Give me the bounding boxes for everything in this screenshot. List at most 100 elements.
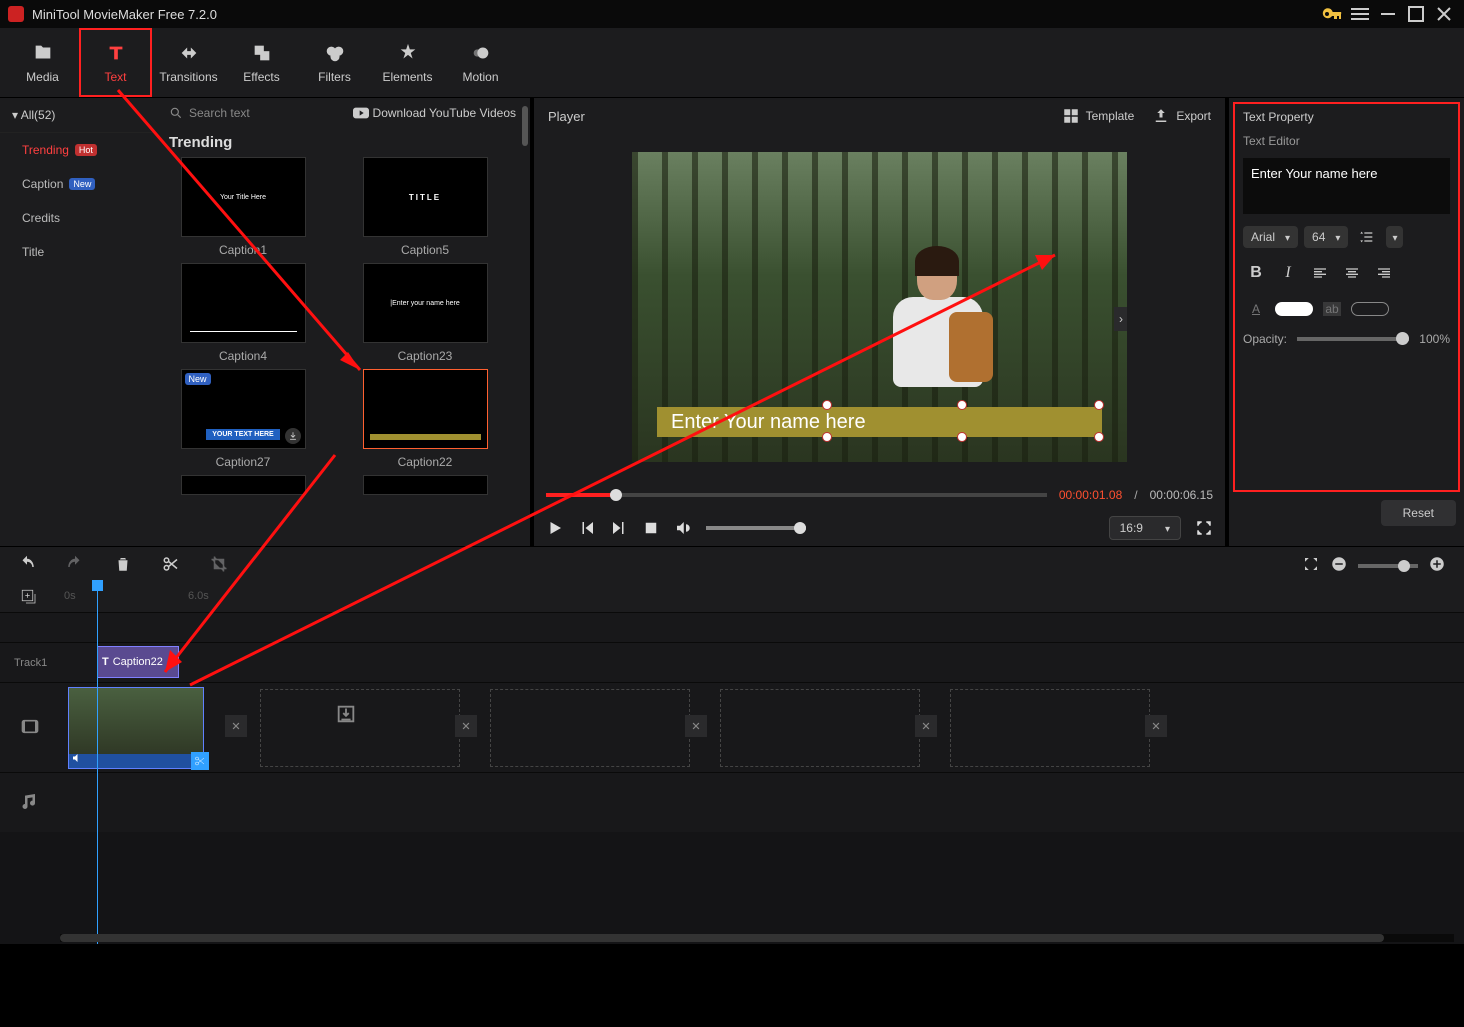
empty-slot[interactable] [950,689,1150,767]
download-youtube-button[interactable]: Download YouTube Videos [353,106,516,120]
timeline-ruler[interactable]: 0s 6.0s [0,584,1464,612]
property-panel: Text Property Text Editor Enter Your nam… [1229,98,1464,546]
zoom-slider[interactable] [1358,564,1418,568]
tab-elements[interactable]: Elements [371,28,444,97]
audio-track[interactable] [0,772,1464,832]
highlight-swatch[interactable] [1351,302,1389,316]
fullscreen-button[interactable] [1195,519,1213,537]
download-icon[interactable] [285,428,301,444]
text-clip[interactable]: TCaption22 [97,646,179,678]
timeline-h-scrollbar[interactable] [60,934,1454,942]
video-clip[interactable] [68,687,204,769]
line-spacing-button[interactable] [1354,224,1380,250]
text-color-button[interactable]: A [1243,296,1269,322]
hamburger-icon[interactable] [1348,2,1372,26]
thumb-label: Caption27 [216,455,271,469]
align-right-button[interactable] [1371,260,1397,286]
category-trending[interactable]: Trending Hot [0,133,155,167]
window-title: MiniTool MovieMaker Free 7.2.0 [32,7,1316,22]
transition-slot[interactable] [1145,715,1167,737]
volume-icon[interactable] [674,519,692,537]
caption-template[interactable]: New YOUR TEXT HERE Caption27 [163,369,323,469]
ruler-mark: 0s [64,590,76,602]
add-media-icon[interactable] [335,703,357,725]
caption-template[interactable]: TITLE Caption5 [345,157,505,257]
caption-template[interactable]: Caption4 [163,263,323,363]
caption-template[interactable]: Your Title Here Caption1 [163,157,323,257]
video-track-icon [20,716,40,739]
zoom-in-button[interactable] [1428,555,1446,576]
template-button[interactable]: Template [1062,107,1135,125]
chevron-down-icon [1165,521,1170,535]
aspect-select[interactable]: 16:9 [1109,516,1181,540]
playhead[interactable] [97,584,98,944]
opacity-slider[interactable] [1297,337,1409,341]
tab-filters[interactable]: Filters [298,28,371,97]
play-button[interactable] [546,519,564,537]
prev-frame-button[interactable] [578,519,596,537]
text-track[interactable]: Track1 TCaption22 [0,642,1464,682]
category-credits[interactable]: Credits [0,201,155,235]
search-input[interactable]: Search text [169,106,353,120]
category-all[interactable]: ▾ All(52) [0,98,155,133]
caption-template[interactable]: | Enter your name here Caption23 [345,263,505,363]
tab-text[interactable]: Text [79,28,152,97]
tab-media[interactable]: Media [6,28,79,97]
zoom-out-button[interactable] [1330,555,1348,576]
add-track-button[interactable] [20,588,38,606]
tab-effects[interactable]: Effects [225,28,298,97]
caption-text[interactable]: Enter Your name here [657,411,866,434]
empty-slot[interactable] [260,689,460,767]
volume-slider[interactable] [706,526,806,530]
opacity-label: Opacity: [1243,332,1287,346]
undo-button[interactable] [18,555,36,576]
align-left-button[interactable] [1307,260,1333,286]
font-select[interactable]: Arial [1243,226,1298,248]
tab-motion[interactable]: Motion [444,28,517,97]
export-button[interactable]: Export [1152,107,1211,125]
empty-slot[interactable] [720,689,920,767]
text-editor-label: Text Editor [1243,134,1450,148]
transition-slot[interactable] [455,715,477,737]
category-title[interactable]: Title [0,235,155,269]
bold-button[interactable]: B [1243,260,1269,286]
crop-button[interactable] [210,555,228,576]
caption-template[interactable] [345,475,505,495]
category-caption[interactable]: Caption New [0,167,155,201]
empty-slot[interactable] [490,689,690,767]
zoom-fit-button[interactable] [1302,555,1320,576]
tab-transitions[interactable]: Transitions [152,28,225,97]
caption-template[interactable]: Caption22 [345,369,505,469]
italic-button[interactable]: I [1275,260,1301,286]
split-clip-icon[interactable] [191,752,209,770]
reset-button[interactable]: Reset [1381,500,1456,526]
stop-button[interactable] [642,519,660,537]
next-frame-button[interactable] [610,519,628,537]
size-value: 64 [1312,230,1325,244]
caption-template[interactable] [163,475,323,495]
align-center-button[interactable] [1339,260,1365,286]
preview-canvas[interactable]: / Enter Your name here › [632,152,1127,462]
video-track[interactable] [0,682,1464,772]
transition-slot[interactable] [915,715,937,737]
transition-slot[interactable] [685,715,707,737]
color-swatch[interactable] [1275,302,1313,316]
gallery-section-title: Trending [155,128,530,157]
expand-right-icon[interactable]: › [1114,307,1127,331]
transition-slot[interactable] [225,715,247,737]
category-label: Credits [22,211,60,225]
text-editor-input[interactable]: Enter Your name here [1243,158,1450,214]
split-button[interactable] [162,555,180,576]
key-icon[interactable] [1320,2,1344,26]
maximize-button[interactable] [1404,2,1428,26]
property-title: Text Property [1243,110,1450,124]
size-select[interactable]: 64 [1304,226,1348,248]
close-button[interactable] [1432,2,1456,26]
delete-button[interactable] [114,555,132,576]
redo-button[interactable] [66,555,84,576]
highlight-color-button[interactable]: ab [1319,296,1345,322]
seek-slider[interactable] [546,493,1047,497]
more-select[interactable] [1386,226,1403,248]
minimize-button[interactable] [1376,2,1400,26]
gallery-scrollbar[interactable] [522,106,528,146]
